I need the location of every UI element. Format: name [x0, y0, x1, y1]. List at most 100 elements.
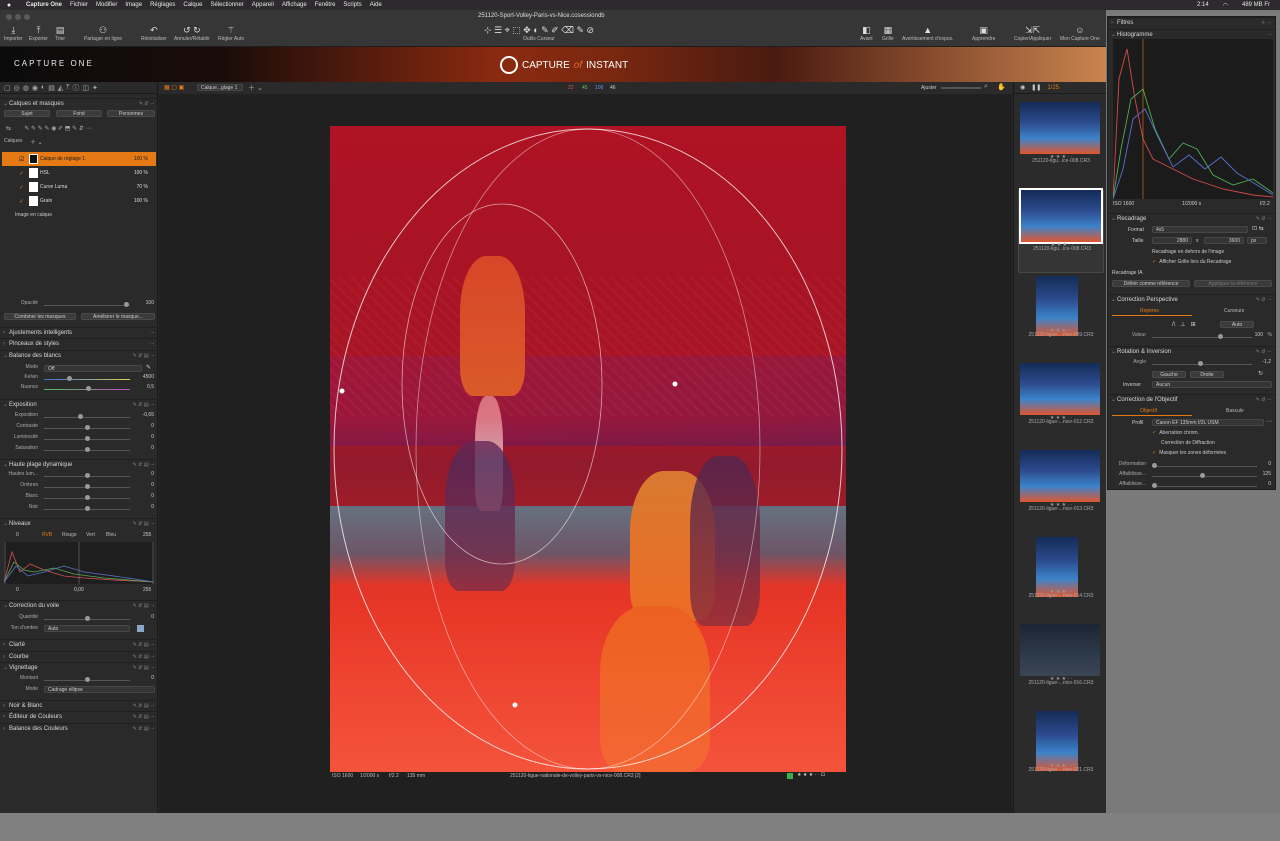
- styles-tab-icon[interactable]: ✦: [92, 84, 98, 92]
- zoom-window-button[interactable]: [24, 14, 30, 20]
- improve-mask-button[interactable]: Améliorer le masque...: [81, 313, 155, 320]
- section-histogram[interactable]: ⌄ Histogramme ⋯: [1108, 29, 1275, 39]
- details-tab-icon[interactable]: ◭: [58, 84, 63, 92]
- filmstrip-thumbnail[interactable]: ★ ★ ★ · · 251120-ligue-...nice-021.CR3: [1018, 711, 1104, 795]
- perspective-value-slider[interactable]: Valeur 100%: [1108, 332, 1275, 342]
- slider-knob[interactable]: [124, 302, 129, 307]
- white-slider[interactable]: Blanc 0: [0, 493, 157, 503]
- filmstrip-thumbnail[interactable]: ★ ★ ★ · · 251120-ligu...ice-008.CR3: [1018, 102, 1104, 186]
- crop-grid-checkbox[interactable]: ✓ Afficher Grille lors du Recadrage: [1152, 259, 1231, 265]
- menu-item[interactable]: Image: [125, 2, 142, 8]
- exposure-slider[interactable]: Exposition -0,65: [0, 412, 157, 422]
- tab-lens[interactable]: Objectif: [1140, 408, 1157, 414]
- checkmark-icon[interactable]: ✓: [19, 184, 24, 191]
- combine-masks-button[interactable]: Combiner les masques: [4, 313, 76, 320]
- section-black-white[interactable]: › Noir & Blanc ✎ ⇵ ▤ ⋯: [0, 700, 157, 710]
- section-tools-icon[interactable]: ✎ ⇵ ▤ ⋯: [133, 521, 155, 527]
- slider-knob[interactable]: [86, 386, 91, 391]
- vignette-ellipse-overlay[interactable]: [330, 126, 846, 772]
- section-tools-icon[interactable]: ✎ ⇵ ⋯: [139, 101, 155, 107]
- invert-select[interactable]: Aucun: [1152, 381, 1272, 388]
- main-photo[interactable]: [330, 126, 846, 772]
- cursor-tools[interactable]: ⊹ ☰ ⌖ ⬚ ✥ ◐ ✎ ✐ ⌫ ✎ ⊘ Outils Curseur: [434, 24, 644, 42]
- info-tab-icon[interactable]: ⓘ: [72, 83, 79, 93]
- slider-knob[interactable]: [85, 677, 90, 682]
- slider-knob[interactable]: [85, 447, 90, 452]
- levels-tab-rgb[interactable]: RVB: [42, 532, 52, 538]
- tint-slider[interactable]: Nuance 0,5: [0, 384, 157, 394]
- color-tag-green[interactable]: [787, 773, 793, 779]
- section-color-editor[interactable]: › Éditeur de Couleurs ✎ ⇵ ▤ ⋯: [0, 711, 157, 721]
- perspective-tools[interactable]: /\ ⊥ ⊞: [1172, 321, 1196, 328]
- import-button[interactable]: ⤓ Importer: [4, 24, 23, 42]
- before-button[interactable]: ◧ Avant: [860, 24, 873, 42]
- chroma-checkbox[interactable]: ✓ Aberration chrom.: [1152, 430, 1199, 436]
- vignette-mode-select[interactable]: Cadrage ellipse: [44, 686, 155, 693]
- saturation-slider[interactable]: Saturation 0: [0, 445, 157, 455]
- layer-row-curve-luma[interactable]: ✓ Curve Luma 70 %: [2, 180, 156, 194]
- tab-sliders[interactable]: Curseurs: [1224, 308, 1244, 314]
- menu-item[interactable]: Appareil: [252, 2, 274, 8]
- section-tools-icon[interactable]: ✎ ⇵ ▤ ⋯: [133, 462, 155, 468]
- picker-icon[interactable]: ✎: [146, 364, 151, 371]
- wifi-icon[interactable]: ◠: [1223, 2, 1228, 9]
- export-tab-icon[interactable]: ⤒: [66, 84, 69, 92]
- menu-app[interactable]: Capture One: [26, 2, 62, 8]
- section-filters[interactable]: › Filtres ＋ ⋯: [1108, 17, 1275, 27]
- slider-knob[interactable]: [85, 616, 90, 621]
- batch-tab-icon[interactable]: ◫: [82, 84, 89, 92]
- highlights-slider[interactable]: Hautes lum... 0: [0, 471, 157, 481]
- add-layer-icon[interactable]: ＋ ⌄: [248, 83, 263, 93]
- add-layer-button[interactable]: ＋ ⌄: [30, 137, 43, 146]
- section-vignette[interactable]: ⌄ Vignettage ✎ ⇵ ▤ ⋯: [0, 662, 157, 672]
- opacity-slider[interactable]: Opacité 100: [0, 300, 157, 310]
- ellipse-handle[interactable]: [512, 702, 518, 708]
- levels-tab-red[interactable]: Rouge: [62, 532, 77, 538]
- layout-icons[interactable]: ▦ ▢ ▣: [164, 84, 184, 91]
- falloff-2-slider[interactable]: Affaiblisse... 0: [1108, 481, 1275, 491]
- export-button[interactable]: ⤒ Exporter: [29, 24, 48, 42]
- outer-ellipse[interactable]: [333, 128, 843, 770]
- black-slider[interactable]: Noir 0: [0, 504, 157, 514]
- distortion-slider[interactable]: Déformation 0: [1108, 461, 1275, 471]
- define-reference-button[interactable]: Définir comme référence: [1112, 280, 1190, 287]
- copy-apply-button[interactable]: ⇲⇱ Copier/Appliquer: [1014, 24, 1051, 42]
- section-perspective[interactable]: ⌄ Correction Perspective ✎ ⇵ ⋯: [1108, 294, 1275, 304]
- section-layers-masks[interactable]: ⌄ Calques et masques ✎ ⇵ ⋯: [0, 98, 157, 108]
- rating-stars[interactable]: ★ ★ ★ · · ⊡: [797, 772, 825, 778]
- magnifier-icon[interactable]: ⌕: [984, 83, 988, 91]
- pause-icon[interactable]: ❚❚: [1031, 84, 1041, 91]
- haze-amount-slider[interactable]: Quantité 0: [0, 614, 157, 624]
- learn-button[interactable]: ▣ Apprendre: [972, 24, 995, 42]
- undo-redo-button[interactable]: ↺ ↻ Annuler/Rétablir: [174, 24, 210, 42]
- library-tab-icon[interactable]: ▢: [4, 84, 11, 92]
- section-haze[interactable]: ⌄ Correction du voile ✎ ⇵ ▤ ⋯: [0, 600, 157, 610]
- mask-tools-row[interactable]: ⇆ ✎ ✎ ✎ ✎ ◉ ✐ ⬒ ✎ ⇵ ⋯: [6, 125, 91, 132]
- mask-ellipse[interactable]: [401, 203, 603, 565]
- rotation-angle-slider[interactable]: Angle -1,2: [1108, 359, 1275, 369]
- diffraction-checkbox[interactable]: Correction de Diffraction: [1161, 440, 1215, 446]
- layer-row-adjustment-1[interactable]: ☑ Calque de réglage 1 100 %: [2, 152, 156, 166]
- levels-histogram[interactable]: [4, 542, 154, 584]
- slider-knob[interactable]: [85, 495, 90, 500]
- hide-distorted-checkbox[interactable]: ✓ Masquer les zones déformées: [1152, 450, 1226, 456]
- section-crop[interactable]: ⌄ Recadrage ✎ ⇵ ⋯: [1108, 213, 1275, 223]
- shadow-tone-select[interactable]: Auto: [44, 625, 130, 632]
- checkmark-icon[interactable]: ✓: [19, 170, 24, 177]
- checkmark-icon[interactable]: ✓: [19, 198, 24, 205]
- levels-out-max[interactable]: 255: [143, 587, 151, 593]
- section-rotation[interactable]: ⌄ Rotation & Inversion ✎ ⇵ ⋯: [1108, 346, 1275, 356]
- apply-reference-button[interactable]: Appliquer la référence: [1194, 280, 1272, 287]
- subject-mask-button[interactable]: Sujet: [4, 110, 50, 117]
- rotate-icon[interactable]: ↻: [1258, 370, 1263, 377]
- slider-knob[interactable]: [85, 473, 90, 478]
- tab-guides[interactable]: Repères: [1140, 308, 1159, 314]
- ellipse-handle[interactable]: [672, 381, 678, 387]
- color-tab-icon[interactable]: ◉: [32, 84, 38, 92]
- section-tools-icon[interactable]: ✎ ⇵ ▤ ⋯: [133, 353, 155, 359]
- levels-out-min[interactable]: 0: [16, 587, 19, 593]
- apple-icon[interactable]: ●: [0, 2, 18, 9]
- slider-knob[interactable]: [1152, 483, 1157, 488]
- slider-knob[interactable]: [67, 376, 72, 381]
- close-window-button[interactable]: [6, 14, 12, 20]
